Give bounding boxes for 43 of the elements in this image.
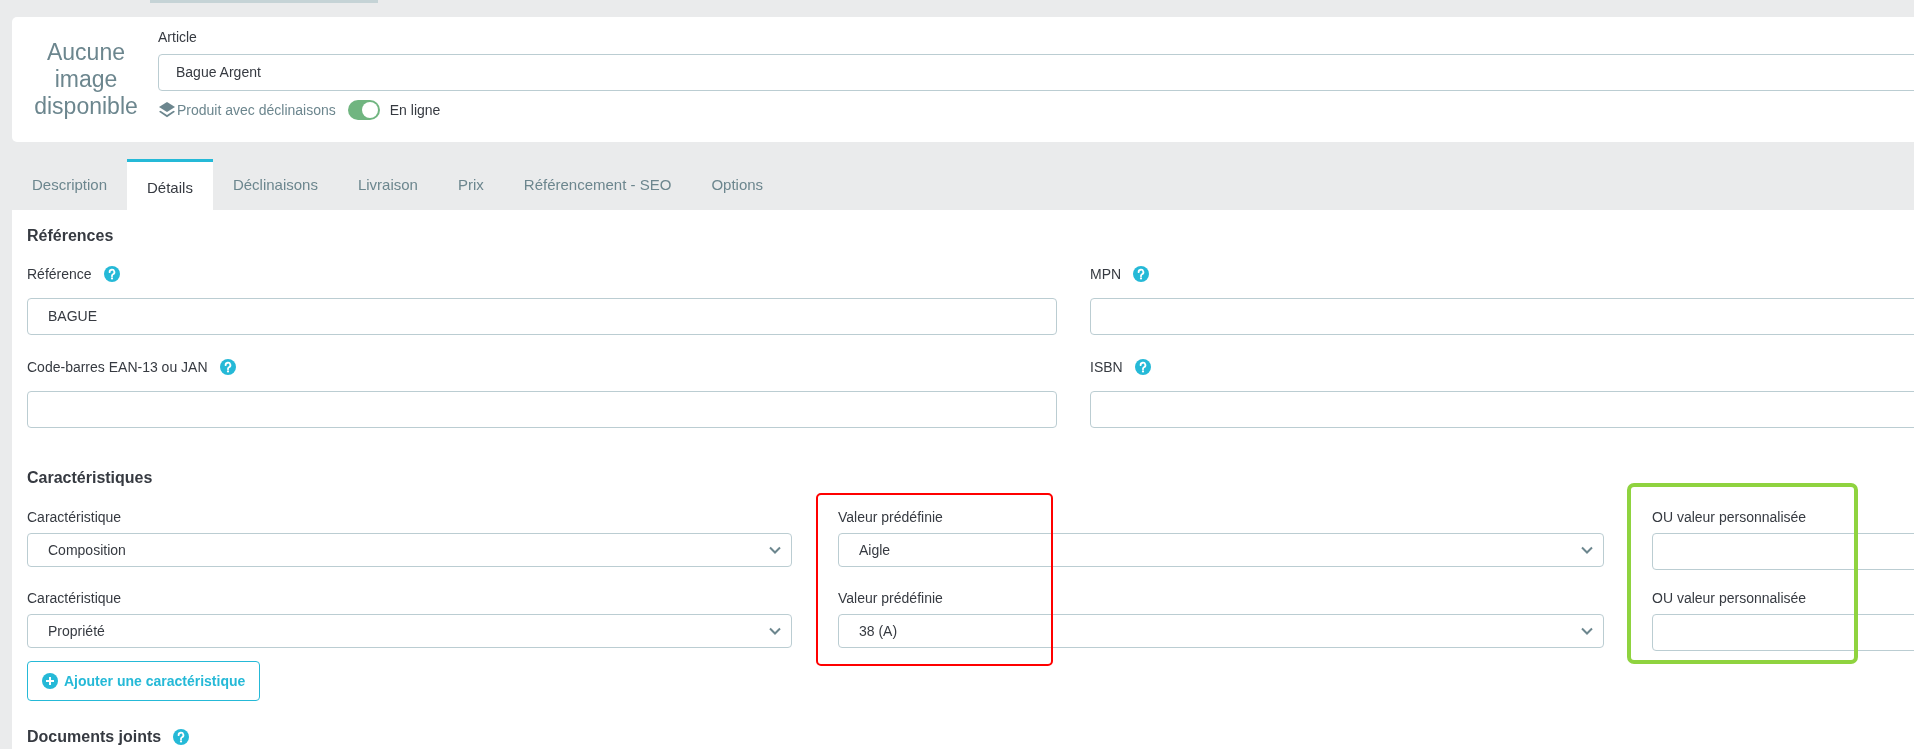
field-label: Valeur prédéfinie (838, 588, 943, 608)
layers-icon (158, 101, 176, 119)
plus-circle-icon (42, 673, 58, 689)
input-field[interactable] (1090, 298, 1914, 335)
field-label: Référence (27, 264, 92, 284)
help-icon[interactable] (173, 729, 190, 745)
field-label: MPN (1090, 264, 1122, 284)
chevron-down-icon (769, 546, 781, 554)
chevron-down-icon (1581, 627, 1593, 635)
section-title: Caractéristiques (27, 468, 154, 488)
help-icon[interactable] (219, 359, 236, 375)
help-icon[interactable] (1134, 359, 1151, 375)
input-field[interactable] (27, 391, 1057, 428)
select-value: Composition (48, 540, 126, 560)
input-field[interactable]: BAGUE (27, 298, 1057, 335)
field-label: Caractéristique (27, 507, 122, 527)
input-field[interactable]: Bague Argent (158, 54, 1914, 91)
field-label: Code-barres EAN-13 ou JAN (27, 357, 208, 377)
tab[interactable]: Détails (127, 159, 213, 210)
section-title: Documents joints (27, 727, 162, 747)
select-field[interactable]: Propriété (27, 614, 792, 648)
combinations-label: Produit avec déclinaisons (177, 100, 336, 120)
toggle-switch[interactable] (347, 100, 380, 120)
select-value: 38 (A) (859, 621, 898, 641)
input-field[interactable] (1090, 391, 1914, 428)
select-field[interactable]: Composition (27, 533, 792, 567)
field-label: OU valeur personnalisée (1652, 588, 1807, 608)
field-label: Caractéristique (27, 588, 122, 608)
section-title: Références (27, 226, 115, 246)
toggle-label: En ligne (389, 100, 441, 120)
select-field[interactable]: 38 (A) (838, 614, 1604, 648)
select-value: Propriété (48, 621, 105, 641)
field-label: Valeur prédéfinie (838, 507, 943, 527)
help-icon[interactable] (103, 266, 120, 282)
field-label: OU valeur personnalisée (1652, 507, 1807, 527)
help-icon[interactable] (1133, 266, 1150, 282)
select-value: Aigle (859, 540, 891, 560)
chevron-down-icon (1581, 546, 1593, 554)
field-label: ISBN (1090, 357, 1123, 377)
select-field[interactable]: Aigle (838, 533, 1604, 567)
chevron-down-icon (769, 627, 781, 635)
no-image-text: Aucune image disponible (33, 38, 139, 121)
field-label: Article (158, 28, 198, 47)
